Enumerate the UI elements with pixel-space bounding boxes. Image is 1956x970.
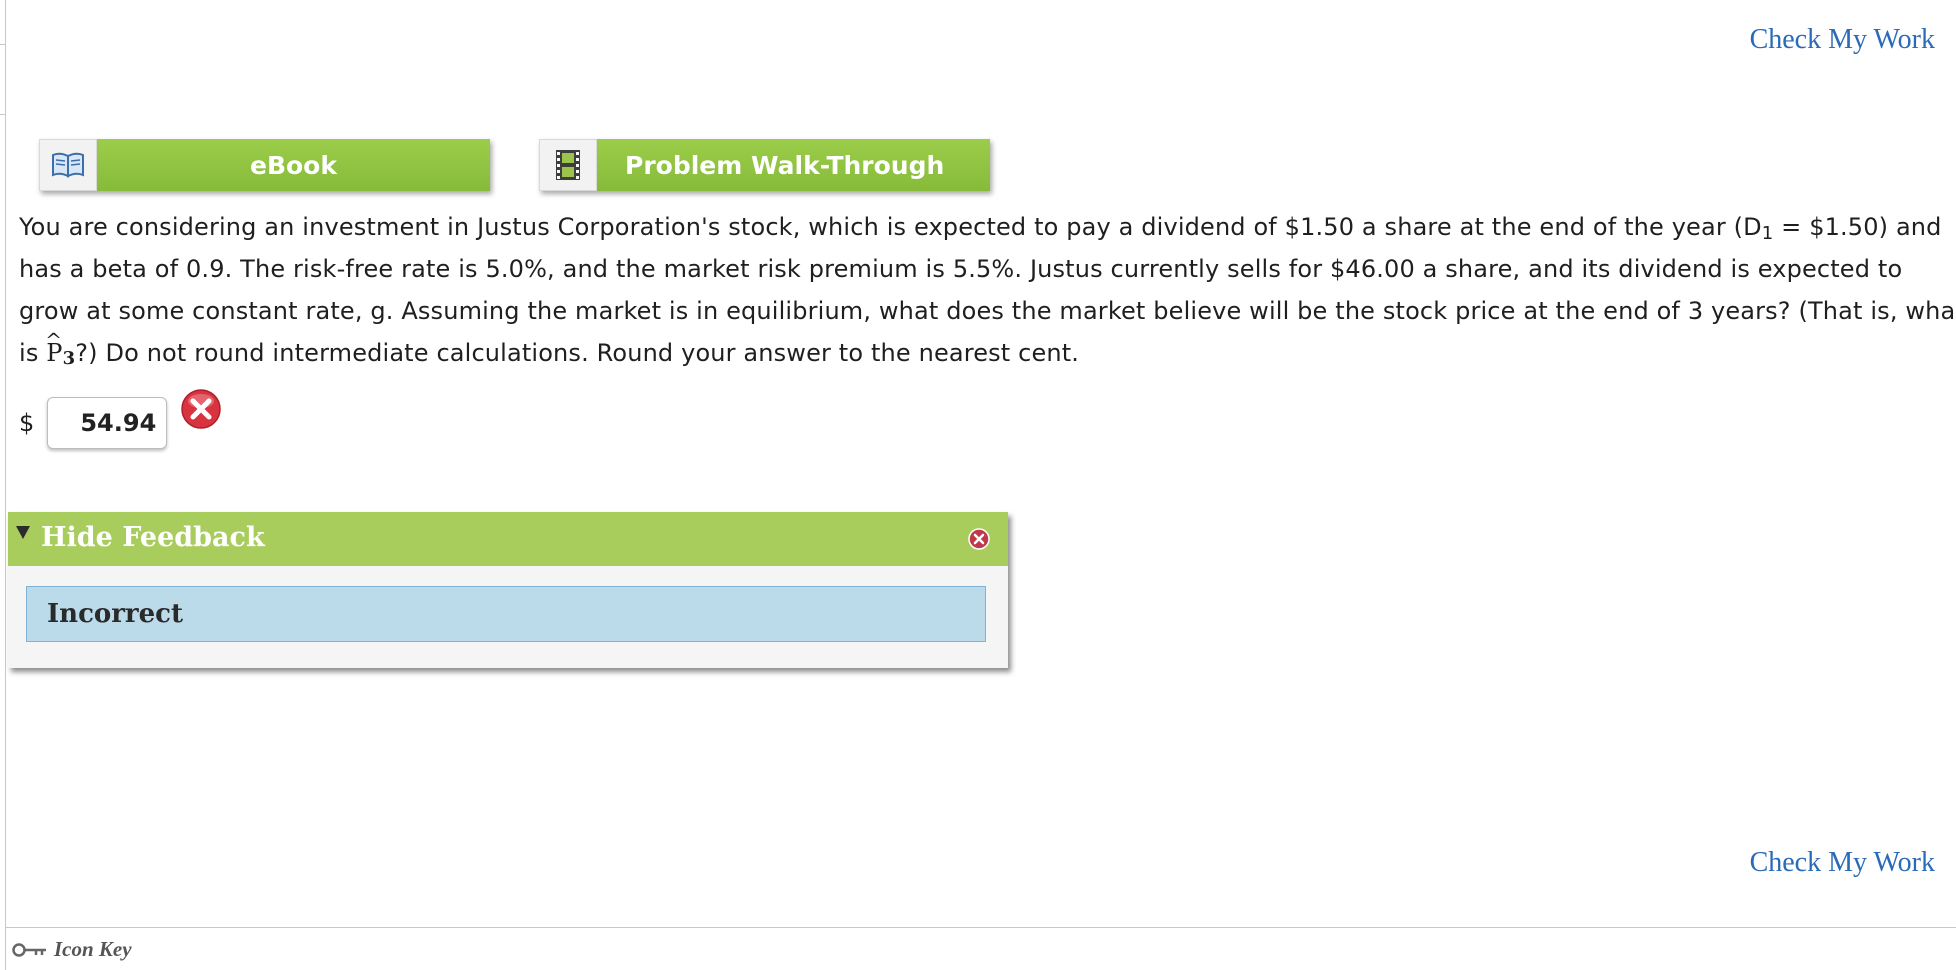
check-my-work-link-bottom[interactable]: Check My Work	[1750, 847, 1935, 879]
ebook-button[interactable]: eBook	[39, 139, 490, 191]
icon-key-label: Icon Key	[54, 937, 132, 961]
p3-hat-symbol: ^ P3	[45, 328, 76, 369]
feedback-result-box: Incorrect	[26, 586, 986, 642]
question-line-3: grow at some constant rate, g. Assuming …	[19, 297, 1956, 325]
question-line-2: has a beta of 0.9. The risk-free rate is…	[19, 255, 1903, 283]
feedback-panel: Hide Feedback Incorrect	[8, 512, 1008, 668]
answer-row: $	[19, 389, 221, 452]
check-my-work-link-top[interactable]: Check My Work	[1750, 24, 1935, 56]
close-icon[interactable]	[968, 528, 990, 550]
collapse-triangle-icon	[16, 526, 30, 539]
question-text: You are considering an investment in Jus…	[19, 206, 1956, 374]
book-icon	[39, 139, 97, 191]
currency-symbol: $	[19, 409, 35, 437]
ebook-label: eBook	[97, 139, 490, 191]
hide-feedback-toggle[interactable]: Hide Feedback	[8, 512, 1008, 566]
answer-input[interactable]	[47, 397, 168, 449]
question-line-4: is ^ P3?) Do not round intermediate calcu…	[19, 328, 1956, 374]
footer-divider	[6, 927, 1956, 928]
film-icon	[539, 139, 597, 191]
border-tick	[0, 44, 6, 45]
question-line-1: You are considering an investment in Jus…	[19, 213, 1942, 244]
d1-subscript: 1	[1761, 223, 1774, 244]
key-icon	[12, 942, 46, 957]
feedback-status: Incorrect	[47, 599, 184, 629]
left-border	[5, 0, 6, 970]
problem-walkthrough-button[interactable]: Problem Walk-Through	[539, 139, 990, 191]
hide-feedback-label: Hide Feedback	[41, 522, 265, 553]
icon-key-link[interactable]: Icon Key	[12, 937, 132, 962]
border-tick	[0, 114, 6, 115]
incorrect-icon	[181, 389, 221, 429]
problem-walkthrough-label: Problem Walk-Through	[597, 139, 990, 191]
